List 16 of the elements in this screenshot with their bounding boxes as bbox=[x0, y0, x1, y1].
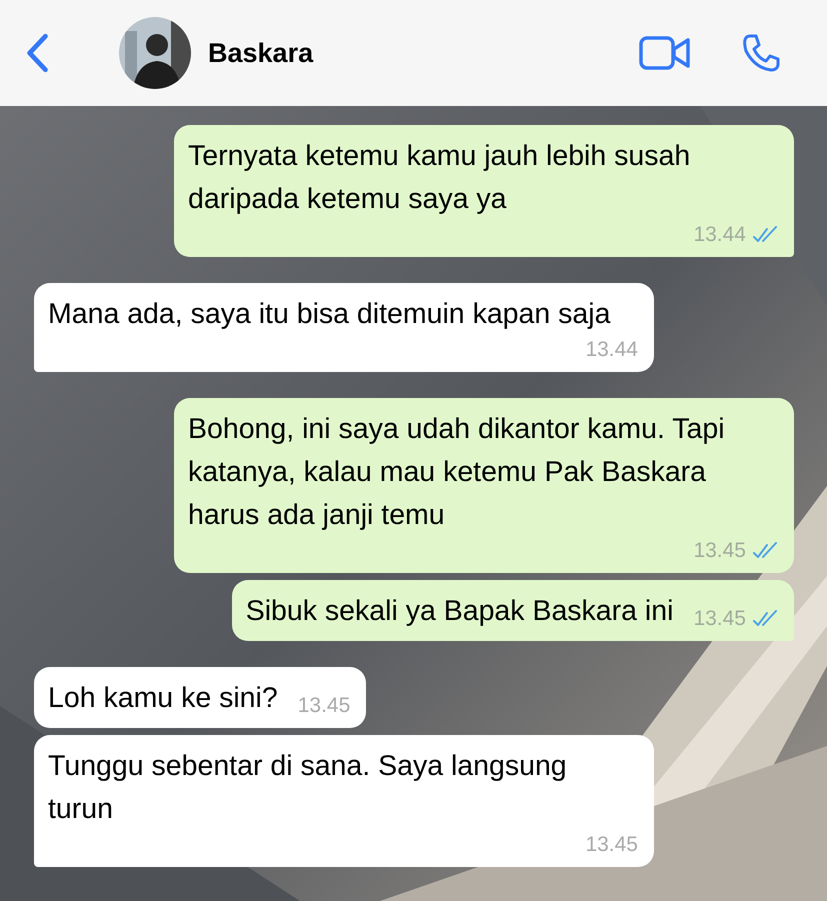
message-time: 13.45 bbox=[585, 832, 638, 858]
message-text: Sibuk sekali ya Bapak Baskara ini bbox=[246, 594, 674, 629]
contact-name[interactable]: Baskara bbox=[208, 38, 639, 68]
message-time: 13.45 bbox=[693, 538, 746, 564]
message-text: Tunggu sebentar di sana. Saya langsung turun bbox=[48, 749, 568, 827]
message-text: Bohong, ini saya udah dikantor kamu. Tapi katanya, kalau mau ketemu Pak Baskara harus ada janji temu bbox=[188, 412, 726, 533]
video-call-icon[interactable] bbox=[639, 36, 691, 70]
message-time: 13.45 bbox=[298, 693, 350, 719]
message-text: Mana ada, saya itu bisa ditemuin kapan saja bbox=[48, 297, 610, 332]
phone-call-icon[interactable] bbox=[741, 33, 781, 73]
message-time: 13.45 bbox=[693, 606, 746, 632]
message-text: Loh kamu ke sini? bbox=[48, 681, 278, 716]
message-time: 13.44 bbox=[585, 337, 638, 363]
message-text: Ternyata ketemu kamu jauh lebih susah daripada ketemu saya ya bbox=[188, 139, 692, 217]
back-icon[interactable] bbox=[24, 32, 50, 74]
message-time: 13.44 bbox=[693, 222, 746, 248]
